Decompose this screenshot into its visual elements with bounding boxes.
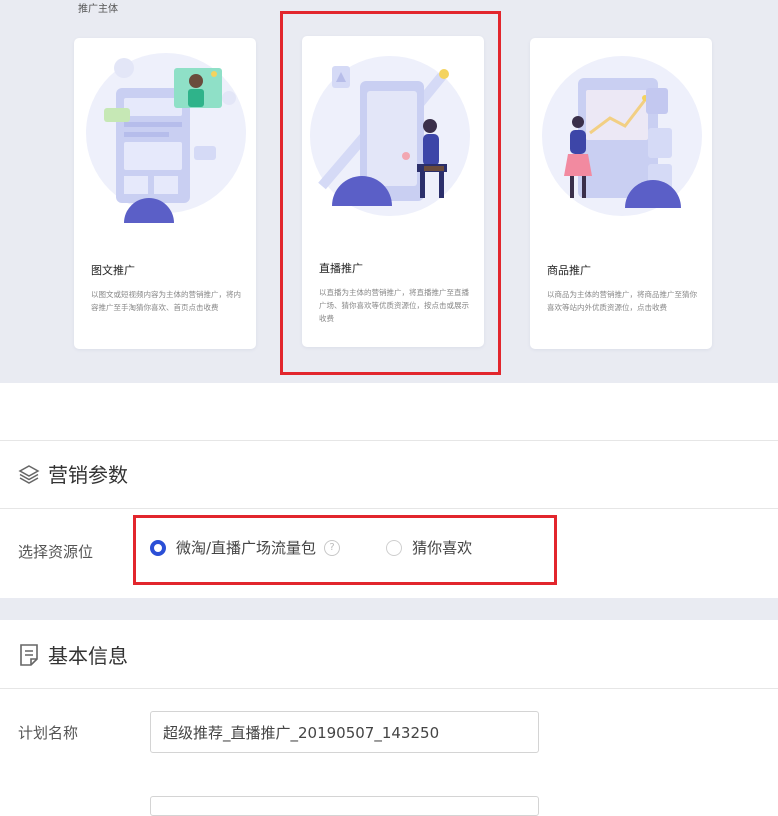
product-promo-illustration	[542, 56, 702, 216]
section-divider	[0, 440, 778, 441]
promo-card-product[interactable]: 商品推广 以商品为主体的营销推广，将商品推广至猜你喜欢等站内外优质资源位，点击收…	[530, 38, 712, 349]
marketing-section-title: 营销参数	[48, 463, 128, 487]
plan-name-label: 计划名称	[18, 724, 79, 742]
section-divider	[0, 688, 778, 689]
graphic-promo-illustration	[86, 53, 246, 223]
plan-name-input[interactable]	[150, 711, 539, 753]
layers-icon	[18, 464, 40, 484]
next-field-input[interactable]	[150, 796, 539, 816]
document-icon	[20, 643, 38, 666]
card-desc-product: 以商品为主体的营销推广，将商品推广至猜你喜欢等站内外优质资源位，点击收费	[547, 290, 697, 312]
resource-position-label: 选择资源位	[18, 543, 94, 561]
promo-card-graphic[interactable]: 图文推广 以图文或短视频内容为主体的营销推广，将内容推广至手淘猜你喜欢、首页点击…	[74, 38, 256, 349]
card-desc-graphic: 以图文或短视频内容为主体的营销推广，将内容推广至手淘猜你喜欢、首页点击收费	[91, 290, 241, 312]
card-title-product: 商品推广	[547, 264, 591, 277]
basic-info-section-header: 基本信息	[18, 640, 128, 669]
section-separator-band	[0, 598, 778, 620]
card-title-graphic: 图文推广	[91, 264, 135, 277]
promo-subject-section: 推广主体 图文推广 以图文或短视频内容为主体的营销推广，将内容推广至手淘猜你喜欢…	[0, 0, 778, 383]
section-divider	[0, 508, 778, 509]
promo-section-label: 推广主体	[78, 4, 118, 15]
marketing-section-header: 营销参数	[18, 459, 128, 488]
radio-selection-highlight	[133, 515, 557, 585]
selected-card-highlight	[280, 11, 501, 375]
basic-info-section-title: 基本信息	[48, 644, 128, 668]
